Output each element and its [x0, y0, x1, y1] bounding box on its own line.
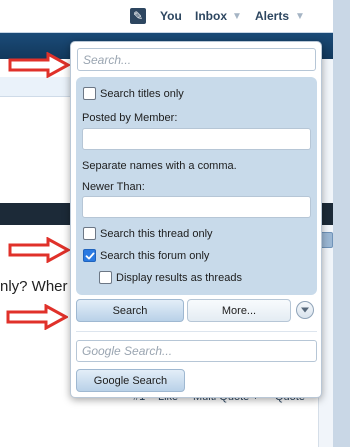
more-options-toggle[interactable] [296, 301, 314, 319]
newer-than-label: Newer Than: [82, 181, 145, 193]
titles-only-option[interactable]: Search titles only [83, 87, 184, 100]
nav-inbox[interactable]: Inbox [195, 9, 227, 23]
chevron-down-icon [301, 307, 309, 313]
this-forum-option[interactable]: Search this forum only [83, 249, 209, 262]
search-button[interactable]: Search [76, 299, 184, 322]
this-thread-option[interactable]: Search this thread only [83, 227, 213, 240]
popup-divider [76, 331, 317, 332]
titles-only-checkbox[interactable] [83, 87, 96, 100]
red-arrow-icon [8, 52, 70, 78]
this-forum-checkbox[interactable] [83, 249, 96, 262]
inbox-caret-icon[interactable]: ▼ [232, 11, 242, 22]
search-input[interactable] [77, 48, 316, 71]
google-search-button[interactable]: Google Search [76, 369, 185, 392]
posted-by-hint: Separate names with a comma. [82, 160, 237, 172]
red-arrow-icon [6, 304, 68, 330]
search-options-panel: Search titles only Posted by Member: Sep… [76, 77, 317, 295]
newer-than-field[interactable] [82, 196, 311, 218]
red-arrow-icon [8, 237, 70, 263]
alerts-caret-icon[interactable]: ▼ [295, 11, 305, 22]
posted-by-field[interactable] [82, 128, 311, 150]
more-button[interactable]: More... [187, 299, 291, 322]
titles-only-label: Search titles only [100, 87, 184, 100]
as-threads-label: Display results as threads [116, 271, 242, 284]
post-text-fragment: nly? Wher [0, 278, 68, 295]
page-right-gutter [333, 0, 350, 447]
nav-alerts[interactable]: Alerts [255, 9, 289, 23]
this-thread-checkbox[interactable] [83, 227, 96, 240]
pencil-edit-icon[interactable]: ✎ [130, 8, 146, 24]
this-thread-label: Search this thread only [100, 227, 213, 240]
as-threads-option[interactable]: Display results as threads [99, 271, 242, 284]
google-search-input[interactable] [76, 340, 317, 362]
dark-header-bar [0, 203, 75, 225]
posted-by-label: Posted by Member: [82, 112, 178, 124]
this-forum-label: Search this forum only [100, 249, 210, 262]
checkmark-icon [85, 252, 95, 259]
nav-you[interactable]: You [160, 9, 182, 23]
search-popup: Search titles only Posted by Member: Sep… [70, 41, 322, 398]
as-threads-checkbox[interactable] [99, 271, 112, 284]
sub-navbar [0, 77, 75, 97]
